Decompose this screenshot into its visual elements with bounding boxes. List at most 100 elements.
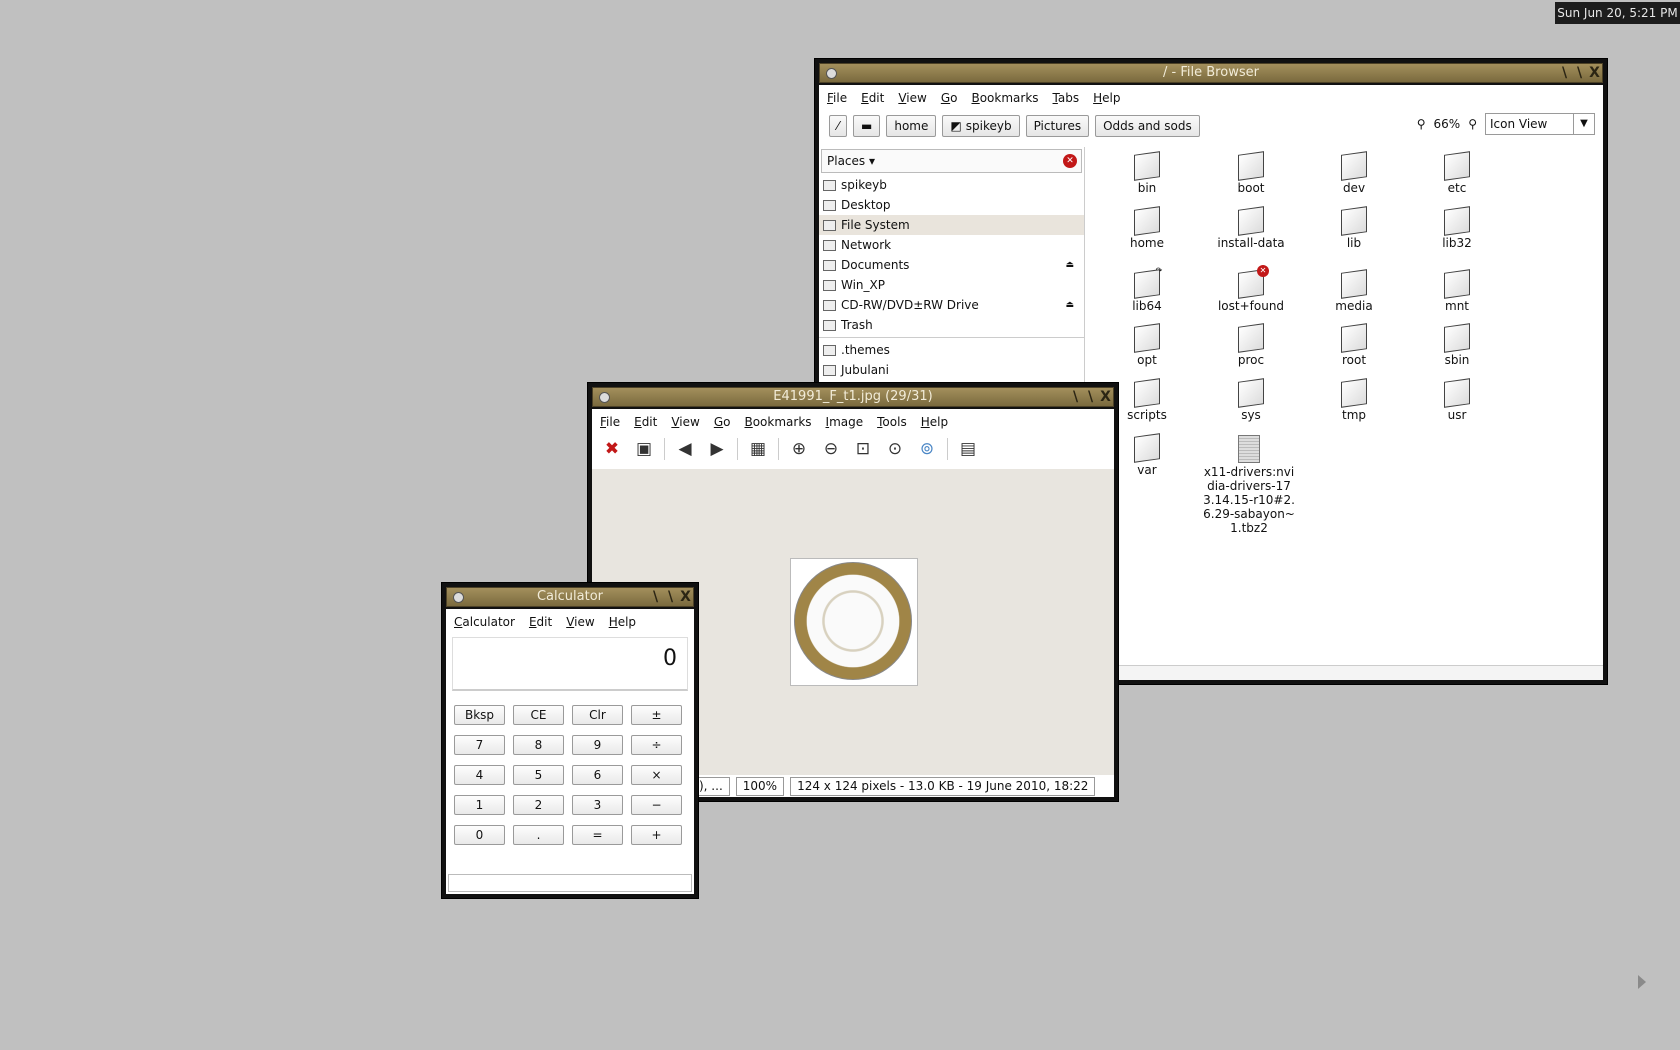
- close-icon[interactable]: X: [679, 588, 691, 606]
- path-pictures-button[interactable]: Pictures: [1025, 115, 1090, 137]
- key-5[interactable]: 5: [513, 765, 564, 785]
- folder-item-opt[interactable]: opt: [1099, 323, 1195, 367]
- key-6[interactable]: 6: [572, 765, 623, 785]
- clock[interactable]: Sun Jun 20, 5:21 PM: [1555, 2, 1680, 24]
- file-browser-titlebar[interactable]: / - File Browser \ \ X: [819, 63, 1603, 83]
- key-7[interactable]: 7: [454, 735, 505, 755]
- maximize-icon[interactable]: \: [1084, 388, 1096, 406]
- key-3[interactable]: 3: [572, 795, 623, 815]
- menu-help[interactable]: Help: [921, 415, 948, 431]
- window-menu-icon[interactable]: [826, 68, 837, 79]
- slideshow-icon[interactable]: ▤: [956, 437, 980, 461]
- zoom-window-icon[interactable]: ⊚: [915, 437, 939, 461]
- close-icon[interactable]: X: [1099, 388, 1111, 406]
- minimize-icon[interactable]: \: [1558, 64, 1570, 82]
- key-9[interactable]: 9: [572, 735, 623, 755]
- image-viewer-titlebar[interactable]: E41991_F_t1.jpg (29/31) \ \ X: [592, 387, 1114, 407]
- folder-item-lib[interactable]: lib: [1306, 206, 1402, 250]
- menu-help[interactable]: Help: [1093, 91, 1120, 107]
- menu-bookmarks[interactable]: Bookmarks: [971, 91, 1038, 107]
- folder-item-lost-found[interactable]: ✕ lost+found: [1203, 265, 1299, 313]
- folder-item-bin[interactable]: bin: [1099, 151, 1195, 195]
- menu-help[interactable]: Help: [609, 615, 636, 631]
- delete-icon[interactable]: ✖: [600, 437, 624, 461]
- sidebar-item-cd-drive[interactable]: CD-RW/DVD±RW Drive ⏏: [819, 295, 1084, 315]
- key-1[interactable]: 1: [454, 795, 505, 815]
- sidebar-item-network[interactable]: Network: [819, 235, 1084, 255]
- close-icon[interactable]: X: [1588, 64, 1600, 82]
- folder-item-sbin[interactable]: sbin: [1409, 323, 1505, 367]
- save-icon[interactable]: ▣: [632, 437, 656, 461]
- menu-image[interactable]: Image: [826, 415, 864, 431]
- zoom-out-icon[interactable]: ⚲: [1417, 117, 1426, 131]
- menu-edit[interactable]: Edit: [529, 615, 552, 631]
- sidebar-item-win-xp[interactable]: Win_XP: [819, 275, 1084, 295]
- menu-view[interactable]: View: [566, 615, 594, 631]
- path-home-button[interactable]: home: [886, 115, 937, 137]
- fullscreen-icon[interactable]: ▦: [746, 437, 770, 461]
- menu-bookmarks[interactable]: Bookmarks: [744, 415, 811, 431]
- path-spikeyb-button[interactable]: ◩ spikeyb: [942, 115, 1020, 137]
- menu-tools[interactable]: Tools: [877, 415, 907, 431]
- key-clear-entry[interactable]: CE: [513, 705, 564, 725]
- eject-icon[interactable]: ⏏: [1065, 255, 1074, 275]
- minimize-icon[interactable]: \: [1069, 388, 1081, 406]
- window-menu-icon[interactable]: [453, 592, 464, 603]
- folder-item-lib32[interactable]: lib32: [1409, 206, 1505, 250]
- menu-edit[interactable]: Edit: [861, 91, 884, 107]
- file-item-nvidia-drivers[interactable]: x11-drivers:nvidia-drivers-173.14.15-r10…: [1203, 435, 1295, 535]
- folder-item-media[interactable]: media: [1306, 269, 1402, 313]
- key-2[interactable]: 2: [513, 795, 564, 815]
- menu-tabs[interactable]: Tabs: [1053, 91, 1080, 107]
- window-menu-icon[interactable]: [599, 392, 610, 403]
- folder-item-install-data[interactable]: install-data: [1203, 206, 1299, 250]
- key-clear[interactable]: Clr: [572, 705, 623, 725]
- zoom-out-icon[interactable]: ⊖: [819, 437, 843, 461]
- key-multiply[interactable]: ×: [631, 765, 682, 785]
- folder-item-home[interactable]: home: [1099, 206, 1195, 250]
- key-8[interactable]: 8: [513, 735, 564, 755]
- folder-item-root[interactable]: root: [1306, 323, 1402, 367]
- zoom-in-icon[interactable]: ⊕: [787, 437, 811, 461]
- menu-calculator[interactable]: Calculator: [454, 615, 515, 631]
- menu-file[interactable]: File: [600, 415, 620, 431]
- menu-file[interactable]: File: [827, 91, 847, 107]
- sidebar-item-desktop[interactable]: Desktop: [819, 195, 1084, 215]
- menu-view[interactable]: View: [671, 415, 699, 431]
- key-4[interactable]: 4: [454, 765, 505, 785]
- folder-item-lib64[interactable]: ↷ lib64: [1099, 266, 1195, 313]
- eject-icon[interactable]: ⏏: [1065, 295, 1074, 315]
- path-toggle-button[interactable]: ⁄: [829, 115, 848, 137]
- sidebar-item-trash[interactable]: Trash: [819, 315, 1084, 335]
- key-0[interactable]: 0: [454, 825, 505, 845]
- path-odds-button[interactable]: Odds and sods: [1095, 115, 1200, 137]
- key-subtract[interactable]: −: [631, 795, 682, 815]
- folder-item-sys[interactable]: sys: [1203, 378, 1299, 422]
- minimize-icon[interactable]: \: [649, 588, 661, 606]
- folder-item-usr[interactable]: usr: [1409, 378, 1505, 422]
- sidebar-item-file-system[interactable]: File System: [819, 215, 1084, 235]
- folder-item-boot[interactable]: boot: [1203, 151, 1299, 195]
- maximize-icon[interactable]: \: [1573, 64, 1585, 82]
- sidebar-item-documents[interactable]: Documents ⏏: [819, 255, 1084, 275]
- path-root-button[interactable]: ▬: [853, 115, 881, 137]
- sidebar-bookmark-jubulani[interactable]: Jubulani: [819, 360, 1084, 380]
- maximize-icon[interactable]: \: [664, 588, 676, 606]
- calculator-titlebar[interactable]: Calculator \ \ X: [446, 587, 694, 607]
- folder-item-dev[interactable]: dev: [1306, 151, 1402, 195]
- folder-item-mnt[interactable]: mnt: [1409, 269, 1505, 313]
- key-divide[interactable]: ÷: [631, 735, 682, 755]
- key-decimal[interactable]: .: [513, 825, 564, 845]
- back-icon[interactable]: ◀: [673, 437, 697, 461]
- folder-item-etc[interactable]: etc: [1409, 151, 1505, 195]
- panel-expand-icon[interactable]: [1638, 975, 1646, 989]
- zoom-original-icon[interactable]: ⊙: [883, 437, 907, 461]
- folder-item-tmp[interactable]: tmp: [1306, 378, 1402, 422]
- key-add[interactable]: +: [631, 825, 682, 845]
- places-header[interactable]: Places ▾ ✕: [821, 149, 1082, 173]
- sidebar-bookmark-themes[interactable]: .themes: [819, 340, 1084, 360]
- view-mode-select[interactable]: Icon View ▼: [1485, 113, 1595, 135]
- key-backspace[interactable]: Bksp: [454, 705, 505, 725]
- zoom-in-icon[interactable]: ⚲: [1468, 117, 1477, 131]
- key-equals[interactable]: =: [572, 825, 623, 845]
